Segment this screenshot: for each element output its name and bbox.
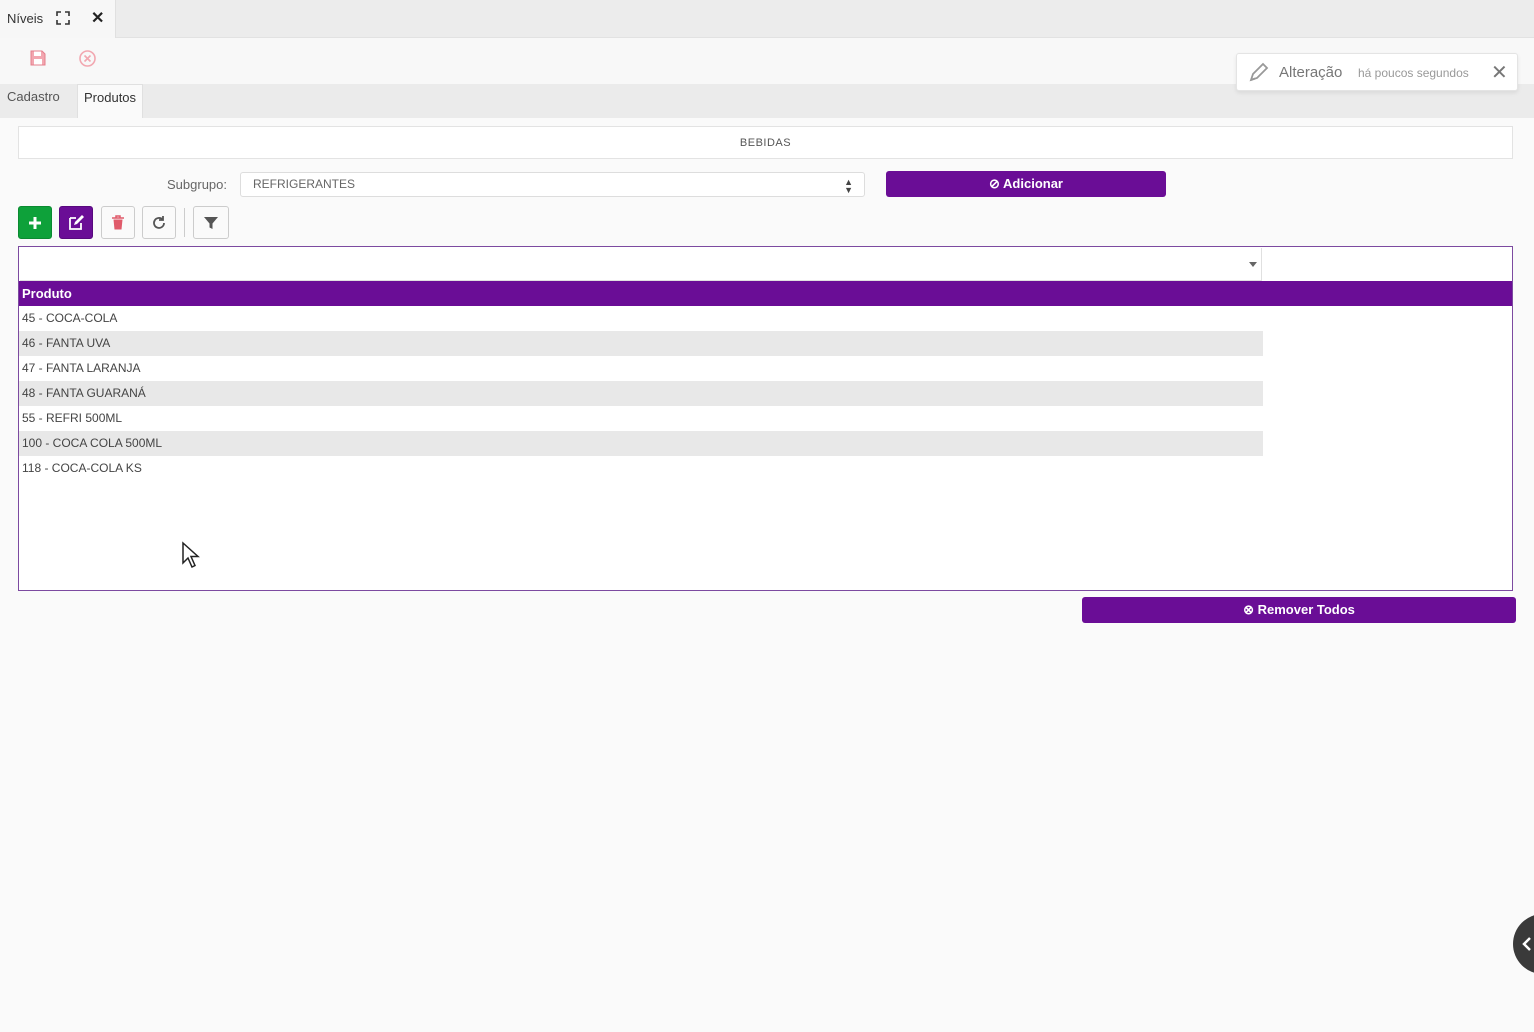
close-icon[interactable]: ✕	[91, 8, 104, 28]
edit-button[interactable]	[59, 206, 93, 239]
table-row[interactable]: 100 - COCA COLA 500ML	[19, 431, 1263, 456]
grid-filter-input[interactable]	[20, 248, 1262, 281]
filter-icon	[204, 216, 218, 229]
notification-close-icon[interactable]: ✕	[1491, 60, 1508, 85]
add-button[interactable]: ⊘ Adicionar	[886, 171, 1166, 197]
cancel-circle-icon[interactable]	[78, 49, 97, 68]
subgroup-label: Subgrupo:	[167, 177, 227, 192]
check-circle-icon: ⊘	[988, 176, 1000, 191]
expand-icon[interactable]	[56, 11, 70, 25]
edit-icon	[69, 214, 84, 230]
pencil-icon	[1249, 62, 1269, 82]
document-tab-title: Níveis	[7, 11, 44, 26]
mouse-cursor-icon	[182, 541, 200, 569]
table-row[interactable]: 45 - COCA-COLA	[19, 306, 1263, 331]
notification-title: Alteração	[1279, 64, 1343, 81]
remove-all-button[interactable]: ⊗ Remover Todos	[1082, 597, 1516, 623]
side-panel-toggle[interactable]	[1513, 914, 1534, 974]
table-row[interactable]: 48 - FANTA GUARANÁ	[19, 381, 1263, 406]
select-arrows-icon: ▲ ▼	[844, 177, 853, 195]
tab-produtos[interactable]: Produtos	[77, 84, 144, 118]
add-button-label: Adicionar	[1003, 176, 1063, 191]
save-icon[interactable]	[29, 49, 47, 67]
document-tab[interactable]: Níveis ✕	[0, 0, 116, 38]
group-name: BEBIDAS	[18, 126, 1513, 159]
notification-time: há poucos segundos	[1358, 66, 1469, 80]
tab-cadastro[interactable]: Cadastro	[1, 84, 66, 118]
refresh-button[interactable]	[142, 206, 176, 239]
remove-all-label: Remover Todos	[1257, 602, 1355, 617]
column-header-produto[interactable]: Produto	[19, 281, 1512, 306]
subgroup-selected-value: REFRIGERANTES	[253, 177, 356, 191]
table-row[interactable]: 47 - FANTA LARANJA	[19, 356, 1263, 381]
plus-icon	[29, 216, 41, 229]
chevron-down-icon[interactable]	[1249, 262, 1257, 267]
trash-icon	[112, 215, 124, 230]
toolbar-divider	[184, 208, 185, 237]
subgroup-select[interactable]: REFRIGERANTES ▲ ▼	[240, 172, 865, 197]
table-row[interactable]: 118 - COCA-COLA KS	[19, 456, 1263, 481]
refresh-icon	[153, 215, 165, 229]
products-grid: Produto 45 - COCA-COLA 46 - FANTA UVA 47…	[18, 246, 1513, 591]
new-button[interactable]	[18, 206, 52, 239]
change-notification: Alteração há poucos segundos ✕	[1236, 53, 1518, 91]
delete-button[interactable]	[101, 206, 135, 239]
chevron-left-icon	[1522, 937, 1531, 951]
filter-button[interactable]	[193, 206, 229, 239]
cancel-circle-icon: ⊗	[1243, 602, 1254, 617]
table-row[interactable]: 46 - FANTA UVA	[19, 331, 1263, 356]
window-tab-bar	[0, 0, 1534, 38]
table-row[interactable]: 55 - REFRI 500ML	[19, 406, 1263, 431]
